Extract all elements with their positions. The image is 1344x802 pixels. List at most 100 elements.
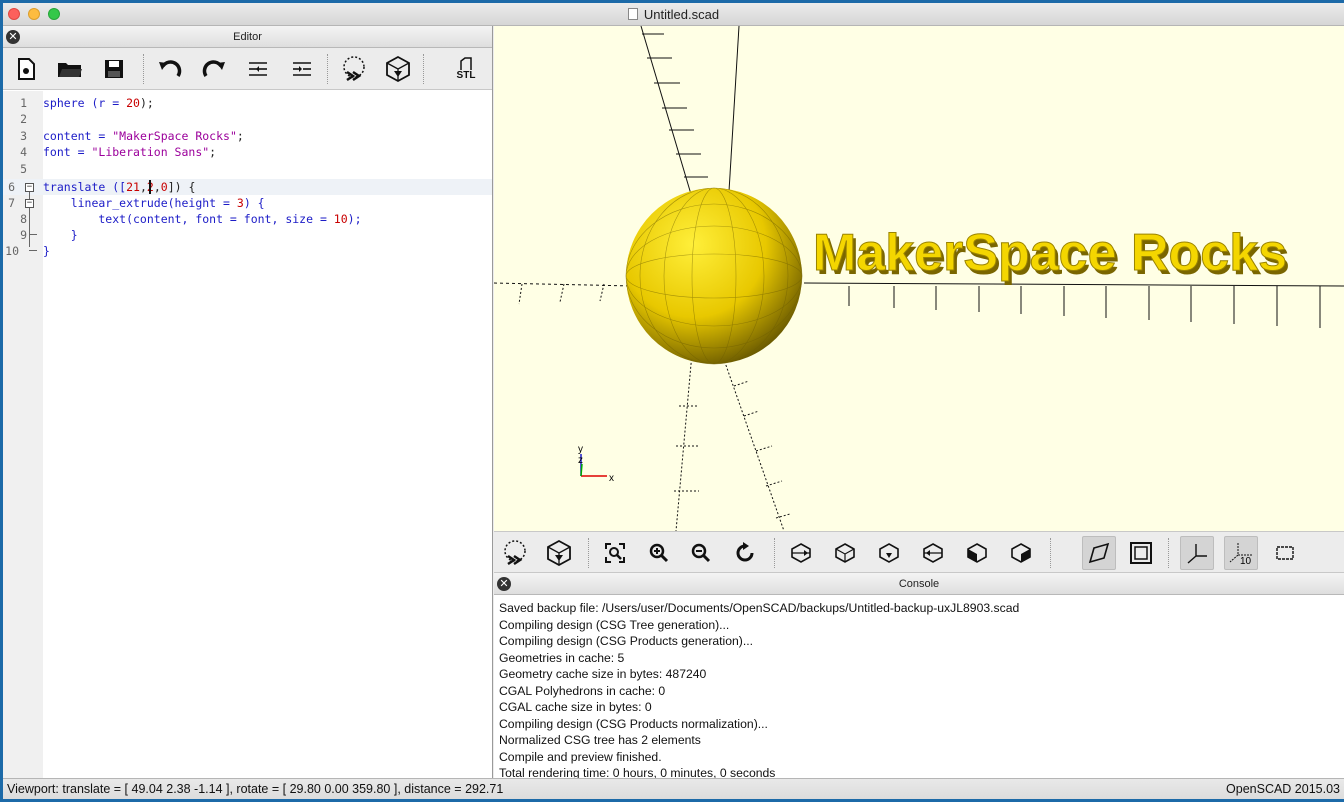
toolbar-separator xyxy=(1168,538,1169,568)
code-editor[interactable]: 1 2 3 4 5 6 7 8 9 10 − − sphere (r = 20)… xyxy=(3,91,492,778)
view-right-icon[interactable] xyxy=(784,536,818,570)
preview-icon[interactable] xyxy=(337,52,371,86)
console-output[interactable]: Saved backup file: /Users/user/Documents… xyxy=(494,595,1344,787)
close-editor-icon[interactable]: ✕ xyxy=(6,30,20,44)
app-version: OpenSCAD 2015.03 xyxy=(1226,782,1340,796)
toolbar-separator xyxy=(143,54,144,84)
preview-icon[interactable] xyxy=(498,536,532,570)
code-token: ); xyxy=(139,96,154,110)
view-back-icon[interactable] xyxy=(1004,536,1038,570)
viewport-status: Viewport: translate = [ 49.04 2.38 -1.14… xyxy=(7,782,504,796)
code-line-1: sphere (r = 20); xyxy=(43,95,154,111)
code-token: ; xyxy=(236,129,244,143)
status-bar: Viewport: translate = [ 49.04 2.38 -1.14… xyxy=(3,778,1344,799)
unindent-icon[interactable] xyxy=(241,52,275,86)
line-number: 10 xyxy=(5,244,19,258)
sphere-model xyxy=(626,188,802,364)
editor-toolbar: STL xyxy=(3,48,492,90)
line-number: 1 xyxy=(20,96,27,110)
console-line: CGAL cache size in bytes: 0 xyxy=(499,700,652,714)
code-token: ) { xyxy=(243,196,265,210)
line-number: 5 xyxy=(20,162,27,176)
console-line: Geometries in cache: 5 xyxy=(499,650,625,665)
code-token: ); xyxy=(347,212,362,226)
console-line: Compiling design (CSG Products normaliza… xyxy=(499,716,768,731)
toolbar-separator xyxy=(1050,538,1051,568)
fold-toggle-icon[interactable]: − xyxy=(25,199,34,208)
console-line: CGAL Polyhedrons in cache: 0 xyxy=(499,683,666,698)
show-scale-markers-icon[interactable]: 10 xyxy=(1224,536,1258,570)
redo-icon[interactable] xyxy=(197,52,231,86)
fold-line xyxy=(29,208,30,247)
axes-indicator: x y z xyxy=(578,444,614,484)
document-icon xyxy=(627,8,638,20)
fold-toggle-icon[interactable]: − xyxy=(25,183,34,192)
axis-label-y: y xyxy=(578,444,583,455)
reset-view-icon[interactable] xyxy=(728,536,762,570)
code-token: 3 xyxy=(236,196,244,210)
console-line: Compiling design (CSG Tree generation)..… xyxy=(499,617,730,632)
toolbar-separator xyxy=(327,54,328,84)
undo-icon[interactable] xyxy=(153,52,187,86)
view-bottom-icon[interactable] xyxy=(872,536,906,570)
orthogonal-icon[interactable] xyxy=(1124,536,1158,570)
code-token: ]) { xyxy=(167,180,196,194)
axis-label-x: x xyxy=(609,473,614,484)
3d-viewport[interactable]: MakerSpace Rocks MakerSpace Rocks x y z xyxy=(494,26,1344,531)
view-front-icon[interactable] xyxy=(960,536,994,570)
fold-line xyxy=(29,234,37,235)
code-line-9: } xyxy=(43,228,78,242)
toolbar-separator xyxy=(588,538,589,568)
code-token: linear_extrude(height = xyxy=(43,196,237,210)
close-console-icon[interactable]: ✕ xyxy=(497,577,511,591)
code-token: 20 xyxy=(126,96,140,110)
code-token: 10 xyxy=(333,212,348,226)
show-edges-icon[interactable] xyxy=(1268,536,1302,570)
axis-label-z: z xyxy=(578,455,583,466)
indent-icon[interactable] xyxy=(285,52,319,86)
code-token: , xyxy=(139,180,147,194)
viewport-canvas: MakerSpace Rocks MakerSpace Rocks x y z xyxy=(494,26,1344,531)
code-token: 21 xyxy=(126,180,140,194)
fold-line xyxy=(29,250,37,251)
render-icon[interactable] xyxy=(542,536,576,570)
app-window: Untitled.scad ✕ Editor STL 1 2 3 4 5 6 7… xyxy=(3,3,1344,799)
view-top-icon[interactable] xyxy=(828,536,862,570)
code-token: font = xyxy=(43,145,92,159)
code-line-3: content = "MakerSpace Rocks"; xyxy=(43,128,244,144)
code-token: translate ([ xyxy=(43,180,127,194)
code-line-6: translate ([21,2,0]) { xyxy=(43,179,195,195)
line-number: 6 xyxy=(8,180,15,194)
line-number: 7 xyxy=(8,196,15,210)
new-file-icon[interactable] xyxy=(9,52,43,86)
perspective-icon[interactable] xyxy=(1082,536,1116,570)
view-left-icon[interactable] xyxy=(916,536,950,570)
editor-pane: ✕ Editor STL 1 2 3 4 5 6 7 8 9 10 − − sp… xyxy=(3,26,493,778)
code-token: "MakerSpace Rocks" xyxy=(112,129,237,143)
save-icon[interactable] xyxy=(97,52,131,86)
show-axes-icon[interactable] xyxy=(1180,536,1214,570)
model-text: MakerSpace Rocks xyxy=(813,224,1287,282)
title-bar: Untitled.scad xyxy=(3,3,1344,26)
fold-line xyxy=(29,192,30,199)
code-line-4: font = "Liberation Sans"; xyxy=(43,144,216,160)
zoom-in-icon[interactable] xyxy=(642,536,676,570)
toolbar-separator xyxy=(774,538,775,568)
render-icon[interactable] xyxy=(381,52,415,86)
window-title-text: Untitled.scad xyxy=(643,7,720,22)
view-all-icon[interactable] xyxy=(598,536,632,570)
console-pane: ✕ Console Saved backup file: /Users/user… xyxy=(494,573,1344,780)
zoom-out-icon[interactable] xyxy=(684,536,718,570)
export-stl-icon[interactable]: STL xyxy=(449,52,483,86)
code-token: 0 xyxy=(160,180,168,194)
code-line-10: } xyxy=(43,244,50,258)
code-token: text(content, font = font, size = xyxy=(43,212,334,226)
console-line: Compiling design (CSG Products generatio… xyxy=(499,634,754,648)
open-file-icon[interactable] xyxy=(53,52,87,86)
console-line: Geometry cache size in bytes: 487240 xyxy=(499,667,707,681)
line-number: 2 xyxy=(20,112,27,126)
view-toolbar: 10 xyxy=(494,531,1344,573)
console-line: Saved backup file: /Users/user/Documents… xyxy=(499,601,1020,615)
console-line: Normalized CSG tree has 2 elements xyxy=(499,733,701,747)
code-line-8: text(content, font = font, size = 10); xyxy=(43,211,362,227)
